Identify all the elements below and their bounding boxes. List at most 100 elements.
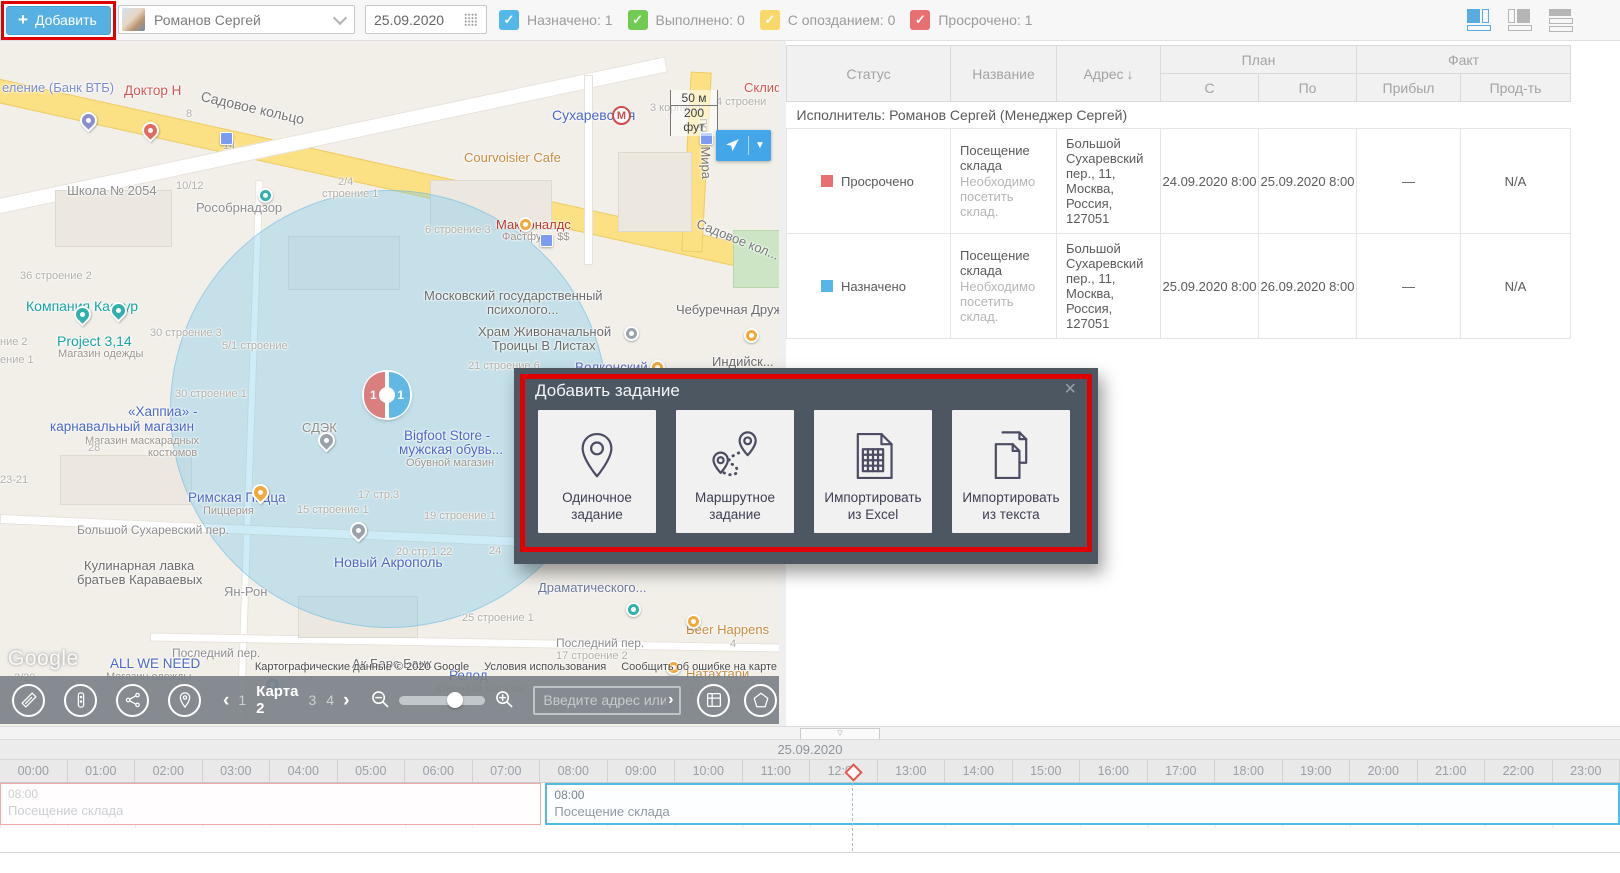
close-icon[interactable]: × <box>1058 378 1082 400</box>
page-prev-icon[interactable]: ‹ <box>223 691 229 710</box>
route-nodes-icon[interactable] <box>116 684 149 717</box>
map-label: ALL WE NEED <box>110 656 200 671</box>
layout-rows-view-button[interactable] <box>1549 9 1573 32</box>
map-page-3[interactable]: 3 <box>308 692 316 708</box>
map-label: Римская Пицца <box>188 490 286 505</box>
food-poi-marker[interactable] <box>518 217 533 232</box>
poi-marker[interactable] <box>626 602 641 617</box>
calendar-icon[interactable] <box>464 13 478 26</box>
col-status[interactable]: Статус <box>787 46 951 102</box>
checkbox-late[interactable]: ✓ <box>760 10 780 30</box>
checkbox-assigned[interactable]: ✓ <box>499 10 519 30</box>
gantt-task-bar[interactable]: 08:00Посещение склада <box>545 783 1620 825</box>
layout-table-map-view-button[interactable] <box>1508 9 1532 31</box>
timeline-bars-row: 08:00Посещение склада08:00Посещение скла… <box>0 783 1620 828</box>
map-label: Последний пер. <box>556 636 644 650</box>
map-label: Храм Живоначальной <box>478 324 611 339</box>
gantt-task-bar[interactable]: 08:00Посещение склада <box>0 783 541 825</box>
route-task-card[interactable]: Маршрутноезадание <box>676 410 794 533</box>
map-page-4[interactable]: 4 <box>326 692 334 708</box>
zoom-slider[interactable] <box>399 696 485 705</box>
bar-poi-marker[interactable] <box>686 614 701 629</box>
page-next-icon[interactable]: › <box>343 691 349 710</box>
task-cluster-marker[interactable]: 1 1 <box>364 372 410 418</box>
map-label: костюмов <box>148 447 197 459</box>
hour-tick: 19:00 <box>1283 760 1351 782</box>
map-page-2[interactable]: Карта 2 <box>256 683 298 717</box>
gov-poi-marker[interactable] <box>258 188 273 203</box>
building-block <box>55 190 172 247</box>
collapse-handle[interactable]: ▽ <box>800 728 880 739</box>
church-poi-marker[interactable] <box>624 326 639 341</box>
scale-imperial: 200 фут <box>670 106 718 136</box>
address-go-icon[interactable]: › <box>668 691 673 709</box>
task-row[interactable]: ПросроченоПосещение складаНеобходимо пос… <box>787 129 1571 234</box>
single-task-card[interactable]: Одиночноезадание <box>538 410 656 533</box>
col-name[interactable]: Название <box>951 46 1057 102</box>
status-filter-assigned[interactable]: ✓Назначено: 1 <box>499 10 613 30</box>
hour-tick: 02:00 <box>135 760 203 782</box>
import-map-icon[interactable] <box>697 684 730 717</box>
ruler-icon[interactable] <box>12 684 45 717</box>
layout-map-table-view-button[interactable] <box>1467 9 1491 31</box>
executor-select[interactable]: Романов Сергей <box>118 5 355 34</box>
status-filter-label: Выполнено: 0 <box>656 12 745 28</box>
zoom-slider-knob[interactable] <box>447 692 463 708</box>
map-tools-left <box>12 684 220 717</box>
zoom-in-icon[interactable] <box>493 688 515 713</box>
map-label: 17 стр.3 <box>358 489 399 501</box>
hour-tick: 10:00 <box>675 760 743 782</box>
hour-tick: 07:00 <box>473 760 541 782</box>
map-label: Магазин одежды <box>58 348 143 360</box>
status-filter-done[interactable]: ✓ Выполнено: 0 <box>628 10 745 30</box>
single-pin-icon <box>570 429 624 486</box>
map-page-1[interactable]: 1 <box>238 692 246 708</box>
plan-from-cell: 25.09.2020 8:00 <box>1161 234 1259 339</box>
chevron-down-icon[interactable]: ▼ <box>749 140 771 151</box>
name-cell: Посещение складаНеобходимо посетить скла… <box>951 129 1057 234</box>
route-icon <box>708 429 762 486</box>
checkbox-overdue[interactable]: ✓ <box>910 10 930 30</box>
map-attribution-link[interactable]: Картографические данные © 2020 Google <box>255 661 469 673</box>
checkbox-done[interactable]: ✓ <box>628 10 648 30</box>
traffic-light-icon[interactable] <box>64 684 97 717</box>
map-attribution-link[interactable]: Условия использования <box>484 661 606 673</box>
transit-stop-marker[interactable] <box>540 234 553 247</box>
metro-station-marker[interactable]: М <box>612 106 631 125</box>
navigate-button[interactable]: ▼ <box>716 130 771 161</box>
address-search: › <box>533 686 681 715</box>
home-icon[interactable] <box>744 684 777 717</box>
map-label: Фастфуд · $$ <box>502 231 570 243</box>
map-label: Courvoisier Cafe <box>464 150 561 165</box>
map-label: 19 строение 1 <box>424 510 496 522</box>
map-label: Школа № 2054 <box>67 183 157 198</box>
status-filter-late[interactable]: ✓С опозданием: 0 <box>760 10 896 30</box>
food-poi-marker[interactable] <box>744 328 759 343</box>
plan-to-cell: 26.09.2020 8:00 <box>1259 234 1357 339</box>
import-excel-card[interactable]: Импортироватьиз Excel <box>814 410 932 533</box>
map-tools-right <box>697 684 779 717</box>
status-filter-overdue[interactable]: ✓Просрочено: 1 <box>910 10 1032 30</box>
add-button[interactable]: + Добавить <box>6 6 111 35</box>
col-plan-to[interactable]: По <box>1259 74 1357 102</box>
transit-stop-marker[interactable] <box>220 132 233 145</box>
col-fact-duration[interactable]: Прод-ть <box>1461 74 1571 102</box>
date-input[interactable]: 25.09.2020 <box>365 5 487 34</box>
map-pager: ‹ 1 Карта 2 34 › <box>223 683 349 717</box>
import-text-card[interactable]: Импортироватьиз текста <box>952 410 1070 533</box>
pin-icon[interactable] <box>168 684 201 717</box>
col-fact-arrived[interactable]: Прибыл <box>1357 74 1461 102</box>
map-label: 5/1 строение <box>222 340 288 352</box>
map-label: 2/4 <box>338 176 353 188</box>
col-address[interactable]: Адрес↓ <box>1057 46 1161 102</box>
card-label: Импортироватьиз Excel <box>824 490 921 524</box>
zoom-out-icon[interactable] <box>369 688 391 713</box>
add-button-label: Добавить <box>35 12 97 28</box>
map-attribution-link[interactable]: Сообщить об ошибке на карте <box>621 661 777 673</box>
map-label: 4 строени <box>716 96 766 108</box>
road <box>584 75 593 265</box>
col-plan-from[interactable]: С <box>1161 74 1259 102</box>
task-row[interactable]: НазначеноПосещение складаНеобходимо посе… <box>787 234 1571 339</box>
address-input[interactable] <box>541 691 668 709</box>
map-label: 36 строение 2 <box>20 270 92 282</box>
